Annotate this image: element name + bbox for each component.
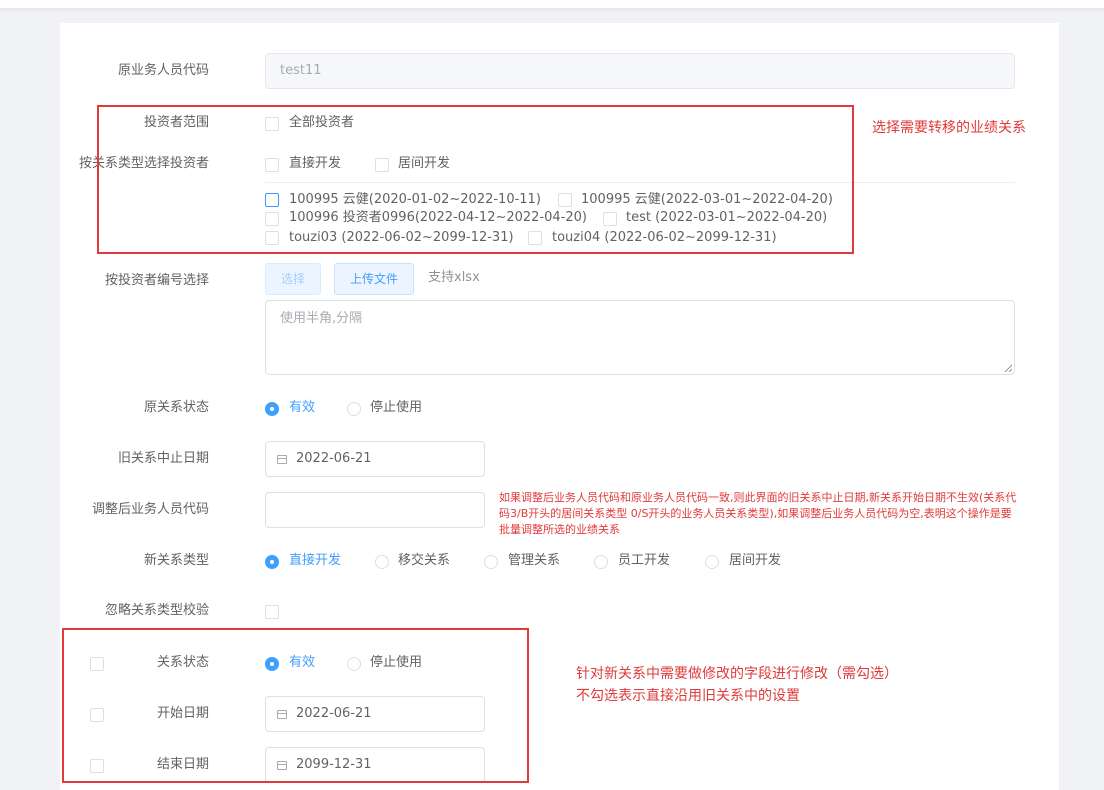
new-rel-type-radio-5[interactable] (705, 555, 719, 569)
ignore-check-checkbox[interactable] (265, 605, 279, 619)
ignore-check-label: 忽略关系类型校验 (104, 603, 209, 618)
orig-code-value: test11 (280, 63, 322, 78)
orig-code-label: 原业务人员代码 (117, 63, 209, 78)
new-rel-type-label-2: 移交关系 (398, 553, 451, 568)
orig-status-label: 原关系状态 (143, 400, 209, 415)
new-rel-type-label-1: 直接开发 (289, 553, 342, 568)
investor-no-placeholder: 使用半角,分隔 (280, 311, 363, 326)
new-rel-type-radio-4[interactable] (594, 555, 608, 569)
annotation-note-1: 选择需要转移的业绩关系 (872, 120, 1026, 136)
new-rel-type-label: 新关系类型 (143, 553, 209, 568)
resize-handle-icon[interactable] (1004, 364, 1012, 372)
old-end-date-input[interactable]: 2022-06-21 (265, 441, 485, 477)
orig-status-valid-label: 有效 (289, 400, 316, 415)
new-code-hint: 如果调整后业务人员代码和原业务人员代码一致,则此界面的旧关系中止日期,新关系开始… (499, 491, 1017, 536)
annotation-note-2-line-2: 不勾选表示直接沿用旧关系中的设置 (576, 688, 800, 704)
new-rel-type-label-5: 居间开发 (729, 553, 782, 568)
old-end-date-label: 旧关系中止日期 (117, 451, 209, 466)
support-xlsx-text: 支持xlsx (428, 270, 480, 285)
new-rel-type-label-3: 管理关系 (508, 553, 561, 568)
new-rel-type-radio-1[interactable] (265, 555, 279, 569)
top-bar (0, 0, 1104, 8)
new-rel-type-radio-2[interactable] (375, 555, 389, 569)
annotation-box-investors (97, 105, 854, 254)
annotation-box-new-fields (62, 628, 529, 783)
investor-no-textarea[interactable]: 使用半角,分隔 (265, 300, 1015, 375)
select-button[interactable]: 选择 (265, 263, 321, 295)
new-rel-type-label-4: 员工开发 (618, 553, 671, 568)
old-end-date-value: 2022-06-21 (296, 451, 372, 466)
orig-status-stopped-radio[interactable] (347, 402, 361, 416)
upload-file-button[interactable]: 上传文件 (334, 263, 414, 295)
orig-status-valid-radio[interactable] (265, 402, 279, 416)
new-rel-type-radio-3[interactable] (484, 555, 498, 569)
new-code-label: 调整后业务人员代码 (91, 502, 209, 517)
new-code-input[interactable] (265, 492, 485, 528)
by-investor-no-label: 按投资者编号选择 (104, 273, 209, 288)
calendar-icon (277, 455, 287, 464)
orig-status-stopped-label: 停止使用 (370, 400, 423, 415)
annotation-note-2-line-1: 针对新关系中需要做修改的字段进行修改（需勾选） (576, 666, 898, 682)
orig-code-input[interactable]: test11 (265, 53, 1015, 89)
